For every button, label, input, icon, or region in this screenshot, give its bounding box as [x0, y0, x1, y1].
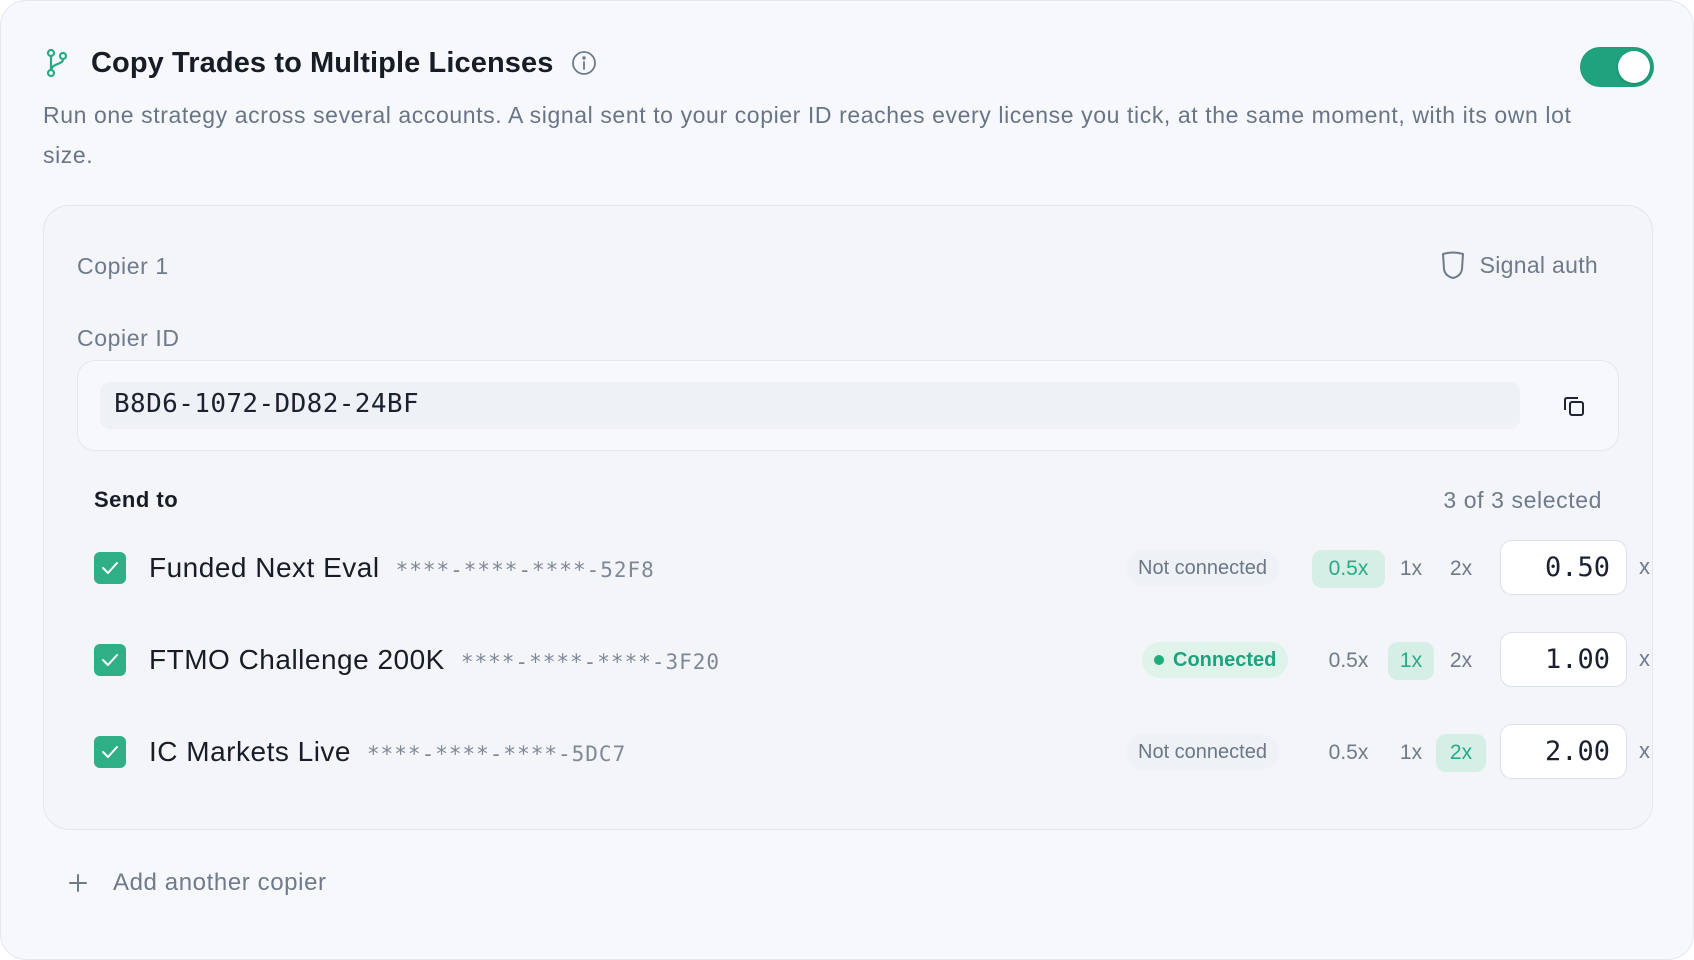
plus-icon [67, 872, 89, 894]
multiplier-option-0.5x[interactable]: 0.5x [1312, 734, 1385, 772]
selected-count: 3 of 3 selected [1443, 487, 1602, 513]
copier-name: Copier 1 [77, 253, 169, 279]
multiplier-option-0.5x[interactable]: 0.5x [1312, 642, 1385, 680]
send-to-label: Send to [94, 487, 179, 512]
license-checkbox[interactable] [94, 736, 126, 768]
card-title: Copy Trades to Multiple Licenses [91, 46, 554, 79]
status-badge: Not connected [1126, 734, 1279, 770]
multiplier-option-1x[interactable]: 1x [1388, 642, 1434, 680]
copier-id-input[interactable]: B8D6-1072-DD82-24BF [100, 382, 1520, 429]
license-name-wrap: IC Markets Live ****-****-****-5DC7 [149, 736, 626, 768]
multiplier-option-1x[interactable]: 1x [1388, 734, 1434, 772]
license-name-wrap: Funded Next Eval ****-****-****-52F8 [149, 552, 655, 584]
copy-icon[interactable] [1560, 392, 1588, 420]
card-description: Run one strategy across several accounts… [43, 102, 1572, 168]
copier-id-value: B8D6-1072-DD82-24BF [114, 389, 420, 419]
license-key: ****-****-****-3F20 [460, 650, 721, 674]
add-copier-button[interactable]: Add another copier [67, 869, 327, 897]
status-badge: Connected [1142, 642, 1289, 678]
multiplier-option-0.5x[interactable]: 0.5x [1312, 550, 1385, 588]
multiplier-suffix: x [1639, 554, 1650, 579]
multiplier-option-2x[interactable]: 2x [1436, 550, 1486, 588]
copy-trades-card: Copy Trades to Multiple Licenses Run one… [0, 0, 1694, 960]
status-text: Not connected [1138, 556, 1267, 579]
lot-multiplier-input[interactable]: 2.00 [1500, 724, 1627, 779]
license-name: FTMO Challenge 200K [149, 644, 445, 675]
multiplier-option-1x[interactable]: 1x [1388, 550, 1434, 588]
license-checkbox[interactable] [94, 552, 126, 584]
status-badge: Not connected [1126, 550, 1279, 586]
status-text: Connected [1173, 648, 1277, 671]
info-icon[interactable] [571, 50, 597, 76]
shield-icon [1440, 250, 1468, 280]
lot-multiplier-input[interactable]: 1.00 [1500, 632, 1627, 687]
lot-multiplier-input[interactable]: 0.50 [1500, 540, 1627, 595]
license-key: ****-****-****-52F8 [395, 558, 655, 582]
signal-auth-label: Signal auth [1479, 251, 1598, 278]
license-name-wrap: FTMO Challenge 200K ****-****-****-3F20 [149, 644, 720, 676]
signal-auth-button[interactable]: Signal auth [1440, 250, 1598, 280]
git-branch-icon [45, 47, 71, 79]
add-copier-label: Add another copier [113, 869, 327, 896]
copier-panel: Copier 1 Signal auth Copier ID B8D6-1072… [43, 205, 1653, 830]
status-dot [1154, 655, 1164, 665]
license-name: Funded Next Eval [149, 552, 380, 583]
copier-id-field: B8D6-1072-DD82-24BF [77, 360, 1619, 451]
toggle-knob [1618, 51, 1650, 83]
copier-id-label: Copier ID [77, 325, 180, 351]
license-row: IC Markets Live ****-****-****-5DC7 Not c… [94, 724, 1650, 780]
multiplier-suffix: x [1639, 646, 1650, 671]
multiplier-option-2x[interactable]: 2x [1436, 734, 1486, 772]
license-row: Funded Next Eval ****-****-****-52F8 Not … [94, 540, 1650, 596]
status-text: Not connected [1138, 740, 1267, 763]
license-row: FTMO Challenge 200K ****-****-****-3F20 C… [94, 632, 1650, 688]
license-key: ****-****-****-5DC7 [367, 742, 627, 766]
card-header: Copy Trades to Multiple Licenses [45, 45, 597, 81]
multiplier-option-2x[interactable]: 2x [1436, 642, 1486, 680]
multiplier-suffix: x [1639, 738, 1650, 763]
license-checkbox[interactable] [94, 644, 126, 676]
enable-toggle[interactable] [1580, 47, 1654, 87]
license-name: IC Markets Live [149, 736, 351, 767]
